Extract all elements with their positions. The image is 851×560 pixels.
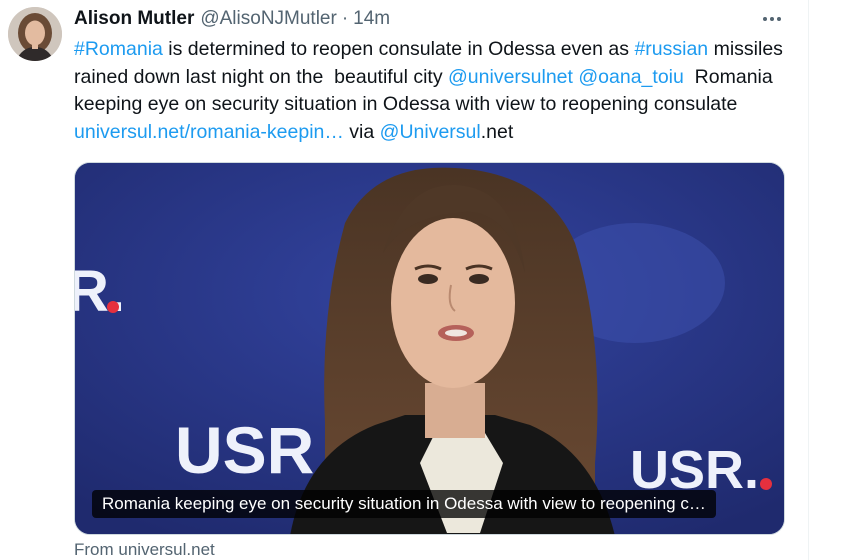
card-source[interactable]: From universul.net [74,540,215,560]
link-card[interactable]: R. USR USR. Romania keeping eye on secur… [74,162,785,535]
more-horizontal-icon-dot [770,17,774,21]
author-display-name[interactable]: Alison Mutler [74,8,194,30]
tweet-link[interactable]: @Universul [380,121,481,143]
backdrop-logo-dot [107,301,119,313]
tweet-link[interactable]: #Romania [74,38,163,60]
author-handle[interactable]: @AlisoNJMutler [200,8,336,30]
more-options-button[interactable] [754,4,790,34]
backdrop-logo-dot [760,478,772,490]
tweet-text: #Romania is determined to reopen consula… [74,36,794,146]
tweet-link[interactable]: @universulnet [448,66,573,88]
tweet-text-segment: is determined to reopen consulate in Ode… [162,38,635,60]
tweet-timestamp[interactable]: 14m [353,8,390,30]
more-horizontal-icon [763,17,767,21]
backdrop-logo-bottom-left: USR [175,413,314,487]
card-title: Romania keeping eye on security situatio… [92,490,716,518]
tweet-text-segment: .net [480,120,514,143]
tweet-link[interactable]: @oana_toiu [578,66,683,88]
tweet-header: Alison Mutler @AlisoNJMutler · 14m [74,6,390,32]
timeline-divider [808,0,809,560]
backdrop-logo-left: R. [75,259,125,324]
card-image: R. USR USR. [75,163,784,534]
avatar[interactable] [8,7,62,61]
tweet-text-segment: via [343,120,380,143]
tweet-link[interactable]: universul.net/romania-keepin… [74,121,344,143]
header-separator: · [341,8,349,29]
avatar-image [8,7,62,61]
more-horizontal-icon-dot [777,17,781,21]
tweet-link[interactable]: #russian [634,38,708,60]
